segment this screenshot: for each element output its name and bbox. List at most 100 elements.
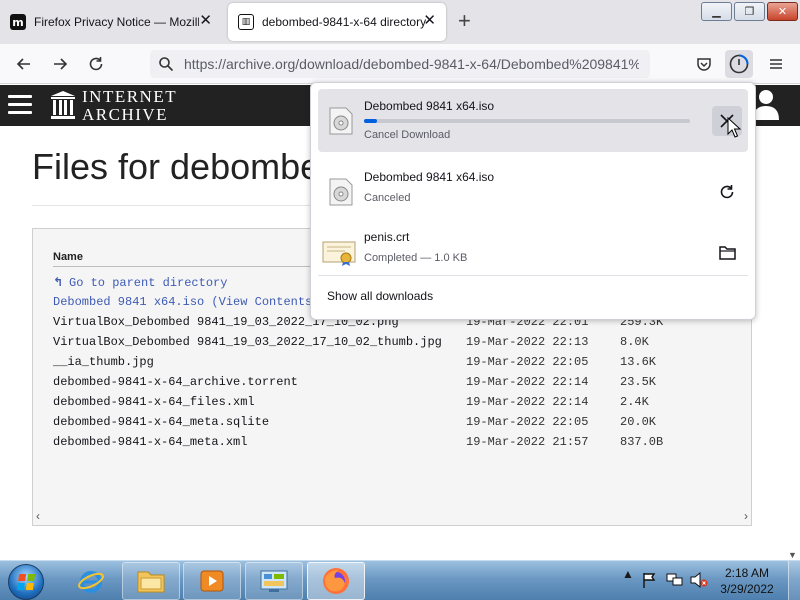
folder-icon (137, 571, 165, 593)
clock-date: 3/29/2022 (720, 582, 774, 596)
divider (53, 266, 333, 267)
tab-title: Firefox Privacy Notice — Mozilla (34, 15, 199, 29)
search-icon (159, 57, 174, 72)
back-button[interactable] (12, 52, 36, 76)
tab-title: debombed-9841-x-64 directory (262, 15, 427, 29)
disc-icon (329, 107, 353, 135)
show-in-folder-button[interactable] (712, 237, 742, 267)
download-progress-bar (364, 119, 690, 123)
tab-strip: m Firefox Privacy Notice — Mozilla ✕ ▥ d… (0, 0, 800, 44)
url-text[interactable]: https://archive.org/download/debombed-98… (184, 56, 639, 72)
scroll-down-icon[interactable]: ▼ (788, 550, 797, 560)
show-hidden-icons-button[interactable]: ▲ (622, 567, 634, 581)
forward-button[interactable] (48, 52, 72, 76)
close-tab-icon[interactable]: ✕ (199, 13, 212, 29)
file-size: 13.6K (620, 355, 657, 369)
file-link[interactable]: Debombed 9841 x64.iso (53, 295, 204, 309)
start-button[interactable] (8, 564, 44, 600)
file-date: 19-Mar-2022 22:13 (466, 335, 589, 349)
reload-icon (89, 57, 103, 71)
file-link[interactable]: debombed-9841-x-64_meta.sqlite (53, 412, 269, 432)
file-link[interactable]: debombed-9841-x-64_files.xml (53, 392, 255, 412)
close-window-button[interactable]: ✕ (767, 2, 798, 21)
download-progress-fill (364, 119, 378, 123)
ia-wordmark-line2: ARCHIVE (82, 105, 169, 124)
view-contents-link[interactable]: View Contents (219, 295, 313, 309)
file-link[interactable]: VirtualBox_Debombed 9841_19_03_2022_17_1… (53, 332, 442, 352)
taskbar-internet-explorer[interactable] (62, 562, 120, 600)
maximize-button[interactable]: ❐ (734, 2, 765, 21)
file-date: 19-Mar-2022 22:05 (466, 415, 589, 429)
file-date: 19-Mar-2022 22:14 (466, 395, 589, 409)
download-item[interactable]: Debombed 9841 x64.iso Cancel Download (318, 89, 748, 152)
retry-icon (720, 185, 734, 199)
tab-directory[interactable]: ▥ debombed-9841-x-64 directory ✕ (228, 3, 446, 41)
divider (318, 275, 748, 276)
download-item[interactable]: penis.crt Completed — 1.0 KB (318, 220, 748, 283)
firefox-icon (323, 568, 349, 594)
navigation-toolbar: https://archive.org/download/debombed-98… (0, 44, 800, 84)
scroll-right-icon[interactable]: › (744, 509, 748, 523)
control-panel-icon (260, 570, 288, 592)
minimize-button[interactable]: ▁ (701, 2, 732, 21)
reload-button[interactable] (84, 52, 108, 76)
user-avatar-icon[interactable] (752, 88, 780, 120)
download-item[interactable]: Debombed 9841 x64.iso Canceled (318, 160, 748, 223)
ia-wordmark[interactable]: INTERNET ARCHIVE (82, 88, 177, 124)
media-player-icon (200, 570, 224, 592)
taskbar-file-explorer[interactable] (122, 562, 180, 600)
back-arrow-icon (16, 58, 30, 70)
network-icon[interactable] (666, 572, 684, 588)
mozilla-favicon-icon: m (10, 14, 26, 30)
new-tab-button[interactable]: + (458, 8, 471, 34)
show-desktop-button[interactable] (788, 561, 800, 600)
download-filename: penis.crt (364, 230, 410, 244)
parent-directory-label[interactable]: Go to parent directory (69, 276, 227, 290)
volume-muted-icon[interactable] (690, 572, 708, 588)
file-size: 2.4K (620, 395, 649, 409)
archive-favicon-icon: ▥ (238, 14, 254, 30)
folder-icon (718, 245, 736, 260)
download-status: Canceled (364, 192, 411, 204)
file-size: 8.0K (620, 335, 649, 349)
file-link[interactable]: debombed-9841-x-64_meta.xml (53, 432, 247, 452)
mouse-cursor-icon (727, 117, 741, 138)
taskbar-firefox[interactable] (307, 562, 365, 600)
address-bar[interactable]: https://archive.org/download/debombed-98… (150, 50, 650, 78)
hamburger-menu-icon (770, 59, 782, 69)
column-header-name[interactable]: Name (53, 251, 83, 263)
file-link[interactable]: debombed-9841-x-64_archive.torrent (53, 372, 298, 392)
parent-directory-link[interactable]: ↰ Go to parent directory (53, 272, 227, 292)
download-status: Completed — 1.0 KB (364, 252, 468, 264)
downloads-button[interactable] (725, 50, 753, 78)
file-size: 23.5K (620, 375, 657, 389)
file-row-iso: Debombed 9841 x64.iso (View Contents) (53, 292, 319, 312)
taskbar: ▲ 2:18 AM 3/29/2022 (0, 560, 800, 600)
file-date: 19-Mar-2022 21:57 (466, 435, 589, 449)
parent-directory-icon: ↰ (53, 275, 64, 289)
action-center-flag-icon[interactable] (642, 572, 656, 588)
forward-arrow-icon (54, 58, 68, 70)
tab-privacy-notice[interactable]: m Firefox Privacy Notice — Mozilla ✕ (0, 3, 222, 41)
downloads-panel: Debombed 9841 x64.iso Cancel Download De… (310, 82, 756, 320)
downloads-progress-icon (729, 54, 749, 74)
taskbar-control-panel[interactable] (245, 562, 303, 600)
ia-wordmark-line1: INTERNET (82, 87, 178, 106)
download-filename: Debombed 9841 x64.iso (364, 170, 495, 184)
ia-menu-icon[interactable] (8, 95, 32, 115)
close-tab-icon[interactable]: ✕ (423, 13, 436, 29)
pocket-icon (697, 58, 711, 71)
show-all-downloads-button[interactable]: Show all downloads (327, 289, 433, 303)
internet-archive-logo-icon[interactable] (50, 90, 76, 120)
scroll-left-icon[interactable]: ‹ (36, 509, 40, 523)
pocket-button[interactable] (690, 50, 718, 78)
file-date: 19-Mar-2022 22:14 (466, 375, 589, 389)
app-menu-button[interactable] (762, 50, 790, 78)
system-clock[interactable]: 2:18 AM 3/29/2022 (712, 565, 782, 597)
horizontal-scrollbar[interactable]: ‹ › (33, 509, 751, 525)
download-status: Cancel Download (364, 129, 451, 141)
taskbar-media-player[interactable] (183, 562, 241, 600)
retry-download-button[interactable] (712, 177, 742, 207)
file-link[interactable]: __ia_thumb.jpg (53, 352, 154, 372)
vertical-scrollbar[interactable]: ▼ (784, 126, 800, 560)
